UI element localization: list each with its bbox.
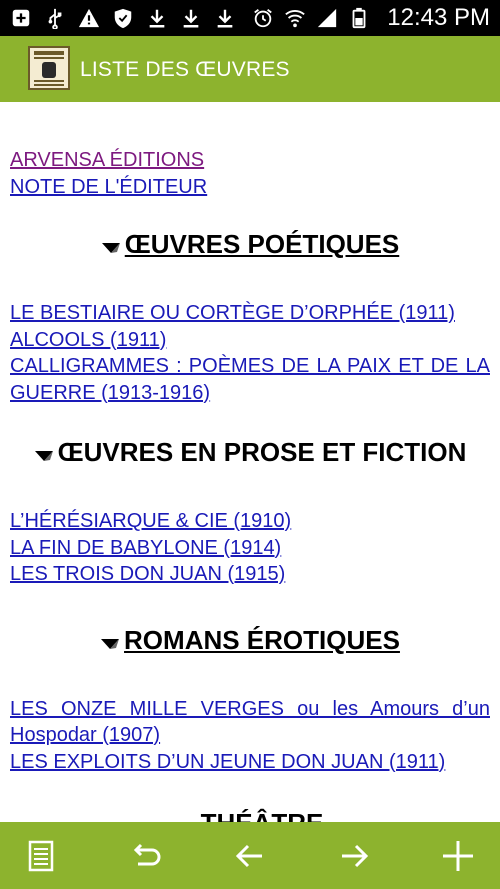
section-heading: ŒUVRES POÉTIQUES <box>10 228 490 260</box>
link-heresiarque[interactable]: L’HÉRÉSIARQUE & CIE (1910) <box>10 508 490 535</box>
usb-icon <box>48 8 62 29</box>
app-bar: LISTE DES ŒUVRES <box>0 36 500 102</box>
section-heading: ŒUVRES EN PROSE ET FICTION <box>10 436 490 468</box>
link-onze-mille-verges[interactable]: LES ONZE MILLE VERGES ou les Amours d’un… <box>10 696 490 749</box>
app-title: LISTE DES ŒUVRES <box>80 58 290 81</box>
bottom-toolbar <box>0 822 500 889</box>
list-icon <box>28 840 54 872</box>
arrow-left-icon <box>235 844 262 868</box>
add-button[interactable] <box>436 834 480 878</box>
link-note-editeur[interactable]: NOTE DE L'ÉDITEUR <box>10 174 490 201</box>
triangle-arrow-icon <box>34 451 53 462</box>
warning-icon <box>78 8 100 28</box>
link-trois-don-juan[interactable]: LES TROIS DON JUAN (1915) <box>10 561 490 588</box>
triangle-arrow-icon <box>101 638 120 649</box>
content-area[interactable]: ARVENSA ÉDITIONS NOTE DE L'ÉDITEUR ŒUVRE… <box>10 102 490 822</box>
alarm-icon <box>254 9 272 28</box>
previous-button[interactable] <box>228 834 272 878</box>
signal-icon <box>317 8 337 28</box>
status-icons-left <box>10 6 236 30</box>
plus-icon <box>443 841 473 871</box>
link-alcools[interactable]: ALCOOLS (1911) <box>10 327 490 354</box>
app-logo-icon[interactable] <box>28 46 70 90</box>
next-button[interactable] <box>332 834 376 878</box>
status-time: 12:43 PM <box>387 4 490 31</box>
toc-button[interactable] <box>19 834 63 878</box>
section-heading: ROMANS ÉROTIQUES <box>10 624 490 656</box>
shield-icon <box>114 8 132 29</box>
link-exploits-jeune-don-juan[interactable]: LES EXPLOITS D’UN JEUNE DON JUAN (1911) <box>10 749 490 776</box>
link-fin-de-babylone[interactable]: LA FIN DE BABYLONE (1914) <box>10 535 490 562</box>
triangle-arrow-icon <box>101 243 120 254</box>
undo-icon <box>133 843 161 866</box>
link-calligrammes[interactable]: CALLIGRAMMES : POÈMES DE LA PAIX ET DE L… <box>10 353 490 406</box>
section-heading: THÉÂTRE <box>10 807 490 822</box>
add-box-icon <box>12 9 30 27</box>
download-icon <box>183 9 199 28</box>
status-bar: 12:43 PM <box>0 0 500 36</box>
arrow-right-icon <box>342 844 369 868</box>
download-icon <box>217 9 233 28</box>
undo-button[interactable] <box>124 834 168 878</box>
link-bestiaire[interactable]: LE BESTIAIRE OU CORTÈGE D’ORPHÉE (1911) <box>10 300 490 327</box>
wifi-icon <box>285 9 305 28</box>
link-arvensa-editions[interactable]: ARVENSA ÉDITIONS <box>10 147 490 174</box>
download-icon <box>149 9 165 28</box>
battery-icon <box>352 7 366 29</box>
status-icons-right <box>252 6 370 30</box>
